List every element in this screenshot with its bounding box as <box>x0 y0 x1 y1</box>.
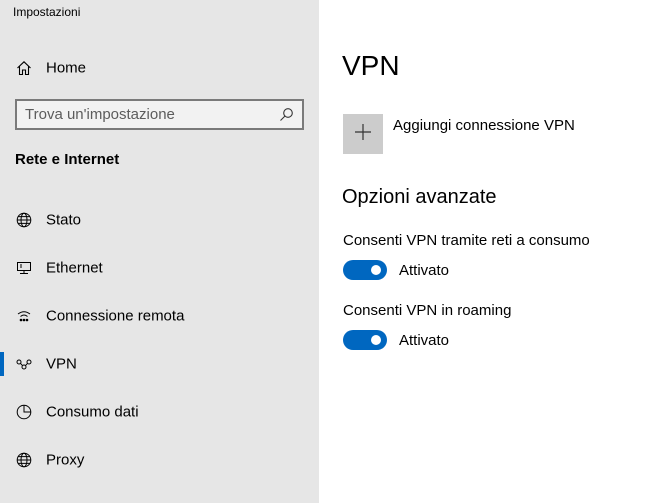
metered-vpn-toggle[interactable] <box>343 260 387 280</box>
selection-indicator <box>0 352 4 376</box>
sidebar-item-label: Home <box>46 59 87 77</box>
sidebar-item-stato[interactable]: Stato <box>0 200 319 240</box>
section-title: Rete e Internet <box>15 151 120 168</box>
toggle-knob <box>371 335 381 345</box>
sidebar-item-label: VPN <box>46 355 77 373</box>
sidebar-item-label: Ethernet <box>46 259 103 277</box>
sidebar-item-home[interactable]: Home <box>0 48 319 88</box>
vpn-icon <box>15 355 33 373</box>
roaming-option-label: Consenti VPN in roaming <box>343 302 512 319</box>
sidebar-item-vpn[interactable]: VPN <box>0 344 319 384</box>
add-vpn-label: Aggiungi connessione VPN <box>393 117 575 134</box>
metered-toggle-state: Attivato <box>399 262 450 279</box>
metered-option-label: Consenti VPN tramite reti a consumo <box>343 232 590 249</box>
window-title: Impostazioni <box>13 5 81 19</box>
sidebar-item-label: Stato <box>46 211 82 229</box>
sidebar: Impostazioni Home Rete e Internet <box>0 0 319 503</box>
plus-icon <box>354 123 372 146</box>
search-field[interactable] <box>15 99 304 130</box>
add-tile[interactable] <box>343 114 383 154</box>
globe-icon <box>15 211 33 229</box>
sidebar-item-proxy[interactable]: Proxy <box>0 440 319 480</box>
sidebar-item-connessione-remota[interactable]: Connessione remota <box>0 296 319 336</box>
ethernet-icon <box>15 259 33 277</box>
sidebar-item-label: Consumo dati <box>46 403 139 421</box>
globe-icon <box>15 451 33 469</box>
dial-up-icon <box>15 307 33 325</box>
home-icon <box>15 59 33 77</box>
search-input[interactable] <box>25 104 275 125</box>
add-vpn-connection-button[interactable]: Aggiungi connessione VPN <box>343 114 643 154</box>
sidebar-item-consumo-dati[interactable]: Consumo dati <box>0 392 319 432</box>
roaming-vpn-toggle[interactable] <box>343 330 387 350</box>
data-usage-icon <box>15 403 33 421</box>
sidebar-item-ethernet[interactable]: Ethernet <box>0 248 319 288</box>
page-title: VPN <box>342 50 400 81</box>
toggle-knob <box>371 265 381 275</box>
search-icon[interactable] <box>279 107 294 122</box>
sidebar-item-label: Proxy <box>46 451 85 469</box>
advanced-options-heading: Opzioni avanzate <box>342 186 497 208</box>
sidebar-item-label: Connessione remota <box>46 307 185 325</box>
roaming-toggle-state: Attivato <box>399 332 450 349</box>
